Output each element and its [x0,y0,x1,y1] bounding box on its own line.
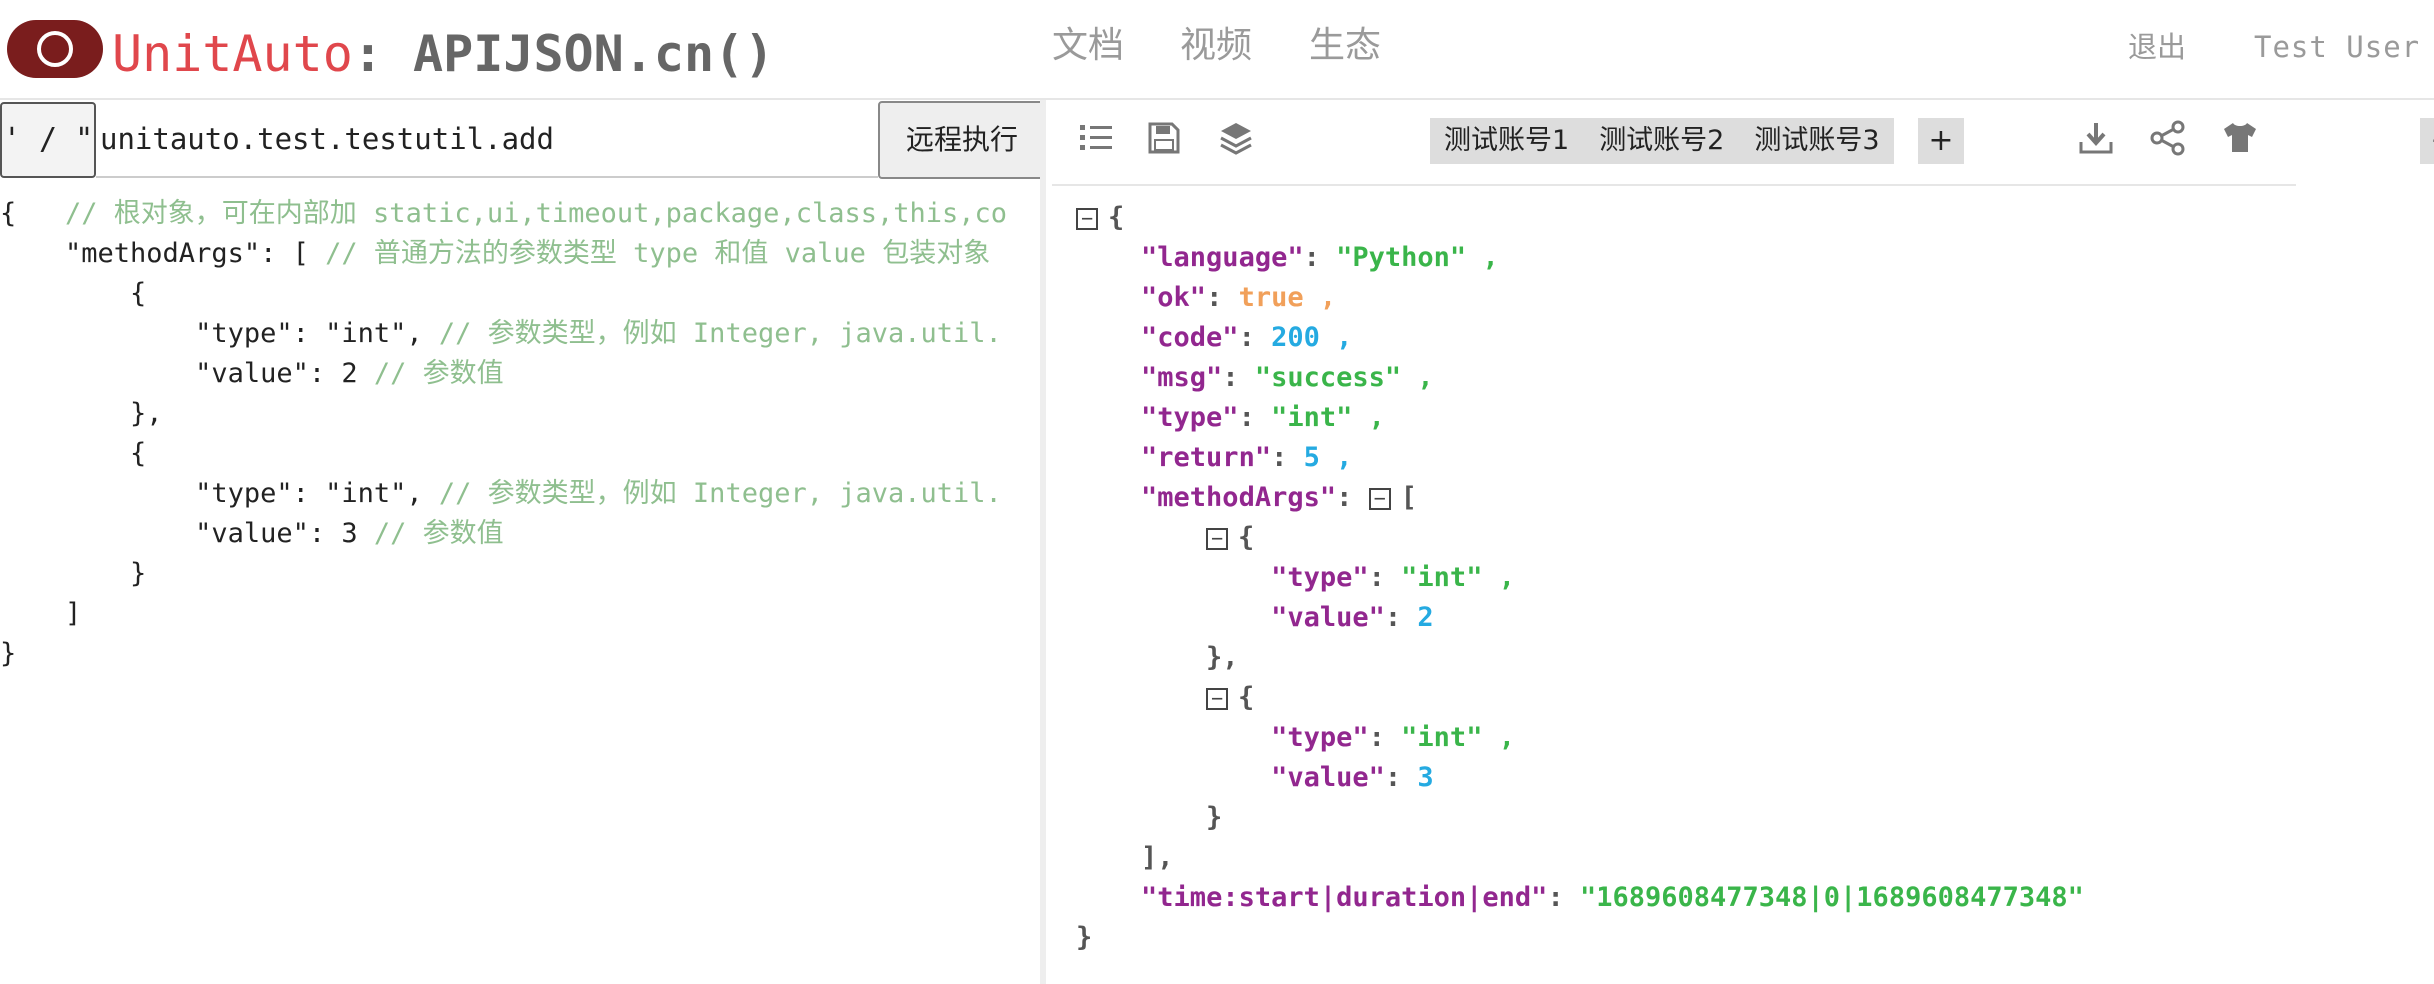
code-text: }, [0,398,163,429]
json-value-ok: true [1238,282,1304,313]
code-comment: // 普通方法的参数类型 type 和值 value 包装对象 [325,238,991,269]
json-line: "type": "int" , [1271,722,1515,753]
json-value-arg1-value: 2 [1417,602,1434,633]
json-line: −{ [1076,198,2084,238]
code-text: } [0,638,17,669]
json-value-type: int [1287,402,1337,433]
user-name[interactable]: Test User [2254,27,2420,67]
request-editor[interactable]: { // 根对象，可在内部加 static,ui,timeout,package… [0,194,1040,674]
json-line: "type": "int" , [1271,562,1515,593]
json-value-code: 200 [1271,322,1320,353]
json-line: } [1076,922,1093,953]
method-url-input[interactable] [96,102,878,178]
json-key-time: time:start|duration|end [1157,882,1532,913]
editor-line: "methodArgs": [ // 普通方法的参数类型 type 和值 val… [0,234,1040,274]
account-tab-2[interactable]: 测试账号2 [1599,118,1724,164]
editor-line: } [0,634,1040,674]
json-value-arg2-type: int [1417,722,1467,753]
nav-video[interactable]: 视频 [1180,22,1252,70]
code-text: "value": 2 [0,358,374,389]
code-text: ] [0,598,82,629]
json-line: "msg": "success" , [1141,362,1434,393]
request-pane: ' / " 远程执行 { // 根对象，可在内部加 static,ui,time… [0,100,1046,984]
json-value-time: 1689608477348|0|1689608477348 [1596,882,2068,913]
editor-line: { [0,434,1040,474]
logo-icon[interactable] [7,20,103,78]
logout-link[interactable]: 退出 [2128,27,2186,67]
json-line: "ok": true , [1141,282,1337,313]
editor-line: "value": 2 // 参数值 [0,354,1040,394]
editor-line: "value": 3 // 参数值 [0,514,1040,554]
list-icon[interactable] [1076,118,1116,158]
collapse-toggle[interactable]: − [1368,487,1391,510]
brand-app-name: UnitAuto [112,25,353,83]
editor-line: { [0,274,1040,314]
collapse-toggle[interactable]: − [1206,527,1229,550]
code-text: "type": "int", [0,318,439,349]
layers-icon[interactable] [1216,118,1256,158]
code-text: { [0,438,147,469]
json-value-arg2-value: 3 [1417,762,1434,793]
editor-line: { // 根对象，可在内部加 static,ui,timeout,package… [0,194,1040,234]
share-icon[interactable] [2148,118,2188,158]
editor-line: }, [0,394,1040,434]
json-line: "type": "int" , [1141,402,1385,433]
collapse-toggle[interactable]: − [1206,687,1229,710]
json-line: "time:start|duration|end": "168960847734… [1141,882,2084,913]
code-text: "methodArgs": [ [0,238,326,269]
editor-line: } [0,554,1040,594]
editor-line: ] [0,594,1040,634]
account-minus-button[interactable]: − [2420,118,2434,164]
json-line: "methodArgs": −[ [1141,482,1417,513]
quote-type-button[interactable]: ' / " [0,102,96,178]
code-comment: // 参数类型，例如 Integer, java.util. [438,478,1002,509]
site-title[interactable]: UnitAuto: APIJSON.cn() [112,24,774,84]
code-comment: // 参数值 [373,358,504,389]
json-line: −{ [1076,518,2084,558]
json-value-return: 5 [1303,442,1320,473]
json-line: "code": 200 , [1141,322,1353,353]
json-line: −{ [1076,678,2084,718]
code-comment: // 参数值 [373,518,504,549]
nav-docs[interactable]: 文档 [1052,22,1124,70]
top-header: UnitAuto: APIJSON.cn() 文档 视频 生态 退出 Test … [0,0,2434,100]
json-value-arg1-type: int [1417,562,1467,593]
json-value-msg: success [1271,362,1385,393]
editor-line: "type": "int", // 参数类型，例如 Integer, java.… [0,314,1040,354]
response-viewer: −{ "language": "Python" , "ok": true , "… [1076,198,2084,958]
account-tabs: 测试账号1 测试账号2 测试账号3 [1430,118,1894,164]
remote-run-button[interactable]: 远程执行 [878,101,1040,179]
shirt-icon[interactable] [2220,118,2260,158]
brand-domain: : APIJSON.cn() [352,25,775,83]
json-line: "return": 5 , [1141,442,1353,473]
code-text: { [0,198,66,229]
nav-ecosystem[interactable]: 生态 [1309,22,1381,70]
account-plus-button[interactable]: + [1918,118,1964,164]
json-line: "value": 3 [1271,762,1434,793]
code-text: } [0,558,147,589]
json-line: "language": "Python" , [1141,242,1499,273]
code-text: "value": 3 [0,518,374,549]
response-toolbar: − 测试账号1 测试账号2 测试账号3 + [1052,100,2434,186]
json-value-language: Python [1352,242,1450,273]
json-line: ], [1141,842,1174,873]
account-tab-1[interactable]: 测试账号1 [1444,118,1569,164]
code-comment: // 根对象，可在内部加 static,ui,timeout,package,c… [65,198,1008,229]
account-tab-3[interactable]: 测试账号3 [1754,118,1879,164]
collapse-toggle[interactable]: − [1076,207,1098,230]
download-icon[interactable] [2076,118,2116,158]
logo-ring [37,31,73,67]
json-line: }, [1206,642,1239,673]
code-text: { [0,278,147,309]
editor-line: "type": "int", // 参数类型，例如 Integer, java.… [0,474,1040,514]
save-icon[interactable] [1144,118,1184,158]
json-line: } [1206,802,1223,833]
code-comment: // 参数类型，例如 Integer, java.util. [438,318,1002,349]
json-line: "value": 2 [1271,602,1434,633]
code-text: "type": "int", [0,478,439,509]
